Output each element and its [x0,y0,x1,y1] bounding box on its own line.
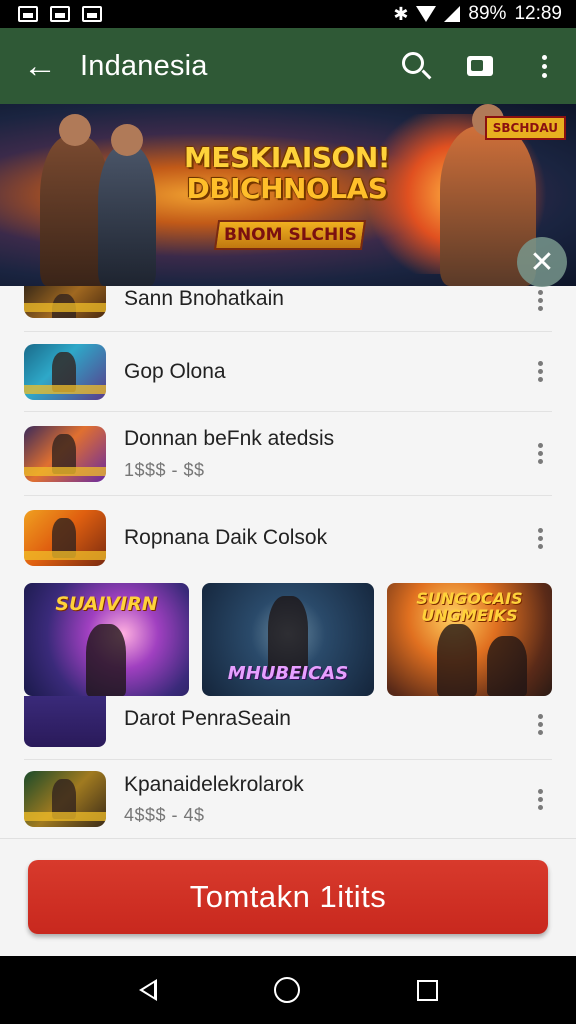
item-more-button[interactable] [528,361,552,382]
item-more-button[interactable] [528,290,552,311]
item-more-button[interactable] [528,443,552,464]
item-more-button[interactable] [528,714,552,735]
item-more-button[interactable] [528,788,552,810]
game-thumbnail [24,510,106,566]
app-bar: ← Indanesia [0,28,576,104]
search-button[interactable] [384,28,448,104]
banner-title-line2: DBICHNOLAS [186,172,388,206]
game-thumbnail [24,771,106,827]
banner-title: MESKIAISON! DBICHNOLAS [158,142,416,205]
list-item-title: Sann Bnohatkain [124,287,284,310]
gallery-notification-icon [50,6,70,22]
game-thumbnail [24,343,106,400]
image-notification-icon [18,6,38,22]
tile-hero [437,624,477,696]
back-button[interactable]: ← [0,28,80,104]
tile-hero [487,636,527,696]
status-bar: ✱ 89% 12:89 [0,0,576,28]
list-item[interactable]: Donnan beFnk atedsis 1$$$ - $$ [24,412,552,496]
list-item-title: Ropnana Daik Colsok [124,526,328,550]
signal-icon [444,6,461,22]
app-bar-actions [384,28,576,104]
featured-tile[interactable]: SUNGOCAIS UNGMEIKS [387,583,552,696]
app-screen: ✱ 89% 12:89 ← Indanesia MESKIAISON! DBIC… [0,0,576,1024]
arrow-back-icon: ← [23,46,57,85]
item-more-button[interactable] [528,527,552,549]
app-notification-icon [82,6,102,22]
cast-icon [467,56,493,76]
list-item-text: Donnan beFnk atedsis 1$$$ - $$ [106,426,528,480]
notification-icons [18,6,102,22]
featured-tile[interactable]: MHUBEICAS [202,583,374,696]
banner-ribbon-text: BNOM SLCHIS [223,225,357,245]
clock: 12:89 [514,3,562,24]
list-item[interactable]: Sann Bnohatkain [24,286,552,332]
list-item-text: Sann Bnohatkain [106,286,528,311]
banner-title-line1: MESKIAISON! [183,141,391,174]
search-icon [402,52,424,74]
close-icon: ✕ [529,245,555,279]
system-nav-bar [0,956,576,1024]
list-item-title: Darot PenraSeain [124,707,291,730]
nav-home-icon[interactable] [273,977,300,1003]
bluetooth-icon: ✱ [393,3,409,24]
list-item-text: Kpanaidelekrolarok 4$$$ - 4$ [106,772,528,826]
list-item-price: 4$$$ - 4$ [124,805,205,826]
promo-banner[interactable]: MESKIAISON! DBICHNOLAS BNOM SLCHIS SBCHD… [0,104,576,286]
list-item[interactable]: Darot PenraSeain [24,706,552,760]
list-item-title: Gop Olona [124,359,226,383]
primary-action-button[interactable]: Tomtakn 1itits [28,860,548,934]
list-item[interactable]: Gop Olona [24,332,552,412]
list-item-price: 1$$$ - $$ [124,459,205,480]
list-item-text: Darot PenraSeain [124,706,528,731]
tile-label: SUAIVIRN [55,593,158,615]
banner-tag: SBCHDAU [484,116,566,140]
overflow-menu-button[interactable] [512,28,576,104]
list-item[interactable]: Ropnana Daik Colsok [24,496,552,580]
tile-label: SUNGOCAIS UNGMEIKS [416,589,523,625]
featured-tile[interactable]: SUAIVIRN [24,583,189,696]
system-indicators: ✱ 89% 12:89 [393,3,562,25]
list-item-text: Gop Olona [106,359,528,384]
cast-button[interactable] [448,28,512,104]
list-item-title: Donnan beFnk atedsis [124,427,335,451]
banner-hero-middle [98,124,156,286]
list-item-title: Kpanaidelekrolarok [124,772,304,796]
wifi-icon [416,6,437,22]
banner-ribbon: BNOM SLCHIS [213,220,367,250]
more-vert-icon [541,54,547,78]
tile-hero [86,624,126,696]
game-thumbnail [24,286,106,318]
game-thumbnail [24,425,106,482]
battery-level: 89% [468,3,507,24]
list-item-text: Ropnana Daik Colsok [106,525,528,550]
list-item[interactable]: Kpanaidelekrolarok 4$$$ - 4$ [24,760,552,838]
nav-recents-icon[interactable] [416,979,438,1001]
close-banner-button[interactable]: ✕ [517,237,567,287]
tile-label: MHUBEICAS [227,663,349,684]
page-title: Indanesia [80,49,208,82]
nav-back-icon[interactable] [138,979,157,1001]
